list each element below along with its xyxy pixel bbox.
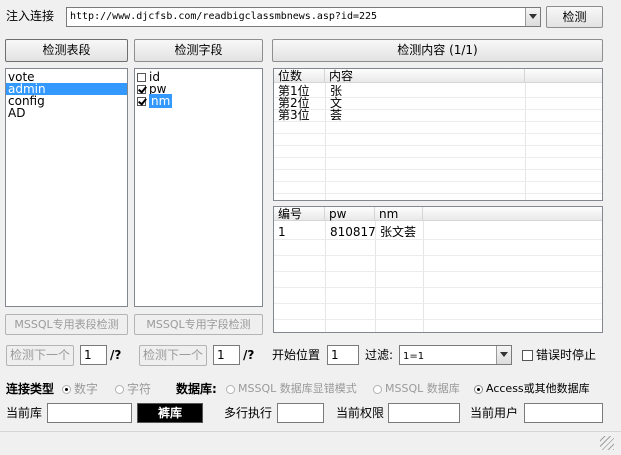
database-label: 数据库: [176, 382, 217, 396]
multi-exec-label: 多行执行 [224, 406, 273, 420]
detect-button[interactable]: 检测 [546, 6, 603, 28]
next-table-button[interactable]: 检测下一个 [6, 345, 74, 366]
field-item-nm[interactable]: nm [135, 94, 262, 108]
start-position-input[interactable]: 1 [327, 345, 359, 365]
inject-url-label: 注入连接 [6, 9, 55, 23]
db-mssql-label: MSSQL 数据库 [385, 382, 460, 395]
field-id-checkbox[interactable] [137, 73, 146, 82]
conn-number-radio[interactable] [62, 385, 71, 394]
current-user-label: 当前用户 [470, 406, 519, 420]
field-pw-checkbox[interactable] [137, 85, 146, 94]
grid2-row1-id: 1 [278, 225, 286, 239]
filter-dropdown-icon[interactable] [496, 346, 511, 364]
filter-value: 1=1 [403, 351, 425, 362]
current-perm-input[interactable] [388, 403, 460, 423]
grid1-header-pos[interactable]: 位数 [274, 69, 325, 83]
connection-type-label: 连接类型 [6, 382, 55, 396]
conn-char-radio[interactable] [115, 385, 124, 394]
mssql-field-detect-button[interactable]: MSSQL专用字段检测 [134, 314, 263, 335]
grid1-header-content[interactable]: 内容 [325, 69, 525, 83]
content-grid-records[interactable]: 编号 pw nm 1 810817 张文荟 [273, 206, 603, 333]
grid2-row1-nm: 张文荟 [380, 225, 417, 239]
next-table-suffix: /? [110, 348, 122, 362]
resize-grip-icon[interactable] [600, 436, 614, 450]
error-stop-label: 错误时停止 [536, 348, 597, 362]
start-position-label: 开始位置 [272, 348, 321, 362]
error-stop-checkbox[interactable] [522, 350, 533, 361]
filter-label: 过滤: [365, 348, 394, 362]
grid1-row3-pos: 第3位 [278, 108, 310, 122]
field-nm-label: nm [149, 94, 173, 108]
grid2-row1-pw: 810817 [330, 225, 376, 239]
current-db-label: 当前库 [6, 406, 43, 420]
grid2-header-nm[interactable]: nm [375, 207, 423, 221]
table-item-ad[interactable]: AD [6, 107, 127, 119]
db-mssql-error-option[interactable]: MSSQL 数据库显错模式 [226, 381, 357, 397]
inject-url-value: http://www.djcfsb.com/readbigclassmbnews… [70, 11, 378, 22]
grid1-header-blank [525, 69, 602, 83]
conn-type-number-option[interactable]: 数字 [62, 381, 98, 397]
status-bar [0, 431, 621, 455]
tables-header-button[interactable]: 检测表段 [5, 39, 128, 62]
conn-char-label: 字符 [127, 382, 152, 396]
inject-url-input[interactable]: http://www.djcfsb.com/readbigclassmbnews… [66, 7, 541, 27]
current-user-input[interactable] [524, 403, 603, 423]
db-access-radio[interactable] [474, 384, 483, 394]
db-access-option[interactable]: Access或其他数据库 [474, 381, 590, 397]
next-field-index-input[interactable]: 1 [213, 345, 240, 365]
black-db-button[interactable]: 裤库 [137, 403, 203, 423]
grid2-header-blank [423, 207, 602, 221]
multi-exec-input[interactable] [277, 403, 324, 423]
field-nm-checkbox[interactable] [137, 97, 146, 106]
tables-list[interactable]: vote admin config AD [5, 68, 128, 307]
conn-type-char-option[interactable]: 字符 [115, 381, 151, 397]
filter-select[interactable]: 1=1 [399, 345, 512, 365]
grid2-header-id[interactable]: 编号 [274, 207, 325, 221]
current-perm-label: 当前权限 [336, 406, 385, 420]
grid1-row3-char: 荟 [330, 108, 343, 122]
grid2-header-pw[interactable]: pw [325, 207, 375, 221]
db-access-label: Access或其他数据库 [486, 382, 590, 395]
fields-header-button[interactable]: 检测字段 [134, 39, 263, 62]
current-db-input[interactable] [47, 403, 132, 423]
next-field-button[interactable]: 检测下一个 [139, 345, 207, 366]
content-header-button[interactable]: 检测内容 (1/1) [272, 39, 603, 62]
db-mssql-error-label: MSSQL 数据库显错模式 [238, 382, 357, 395]
mssql-table-detect-button[interactable]: MSSQL专用表段检测 [5, 314, 128, 335]
next-table-index-input[interactable]: 1 [80, 345, 107, 365]
content-grid-chars[interactable]: 位数 内容 第1位 张 第2位 文 第3位 荟 [273, 68, 603, 201]
conn-number-label: 数字 [74, 382, 99, 396]
db-mssql-radio[interactable] [373, 384, 382, 394]
error-stop-option[interactable]: 错误时停止 [522, 347, 596, 363]
db-mssql-error-radio[interactable] [226, 384, 235, 394]
url-dropdown-icon[interactable] [525, 8, 540, 26]
next-field-suffix: /? [243, 348, 255, 362]
db-mssql-option[interactable]: MSSQL 数据库 [373, 381, 460, 397]
fields-list[interactable]: id pw nm [134, 68, 263, 307]
